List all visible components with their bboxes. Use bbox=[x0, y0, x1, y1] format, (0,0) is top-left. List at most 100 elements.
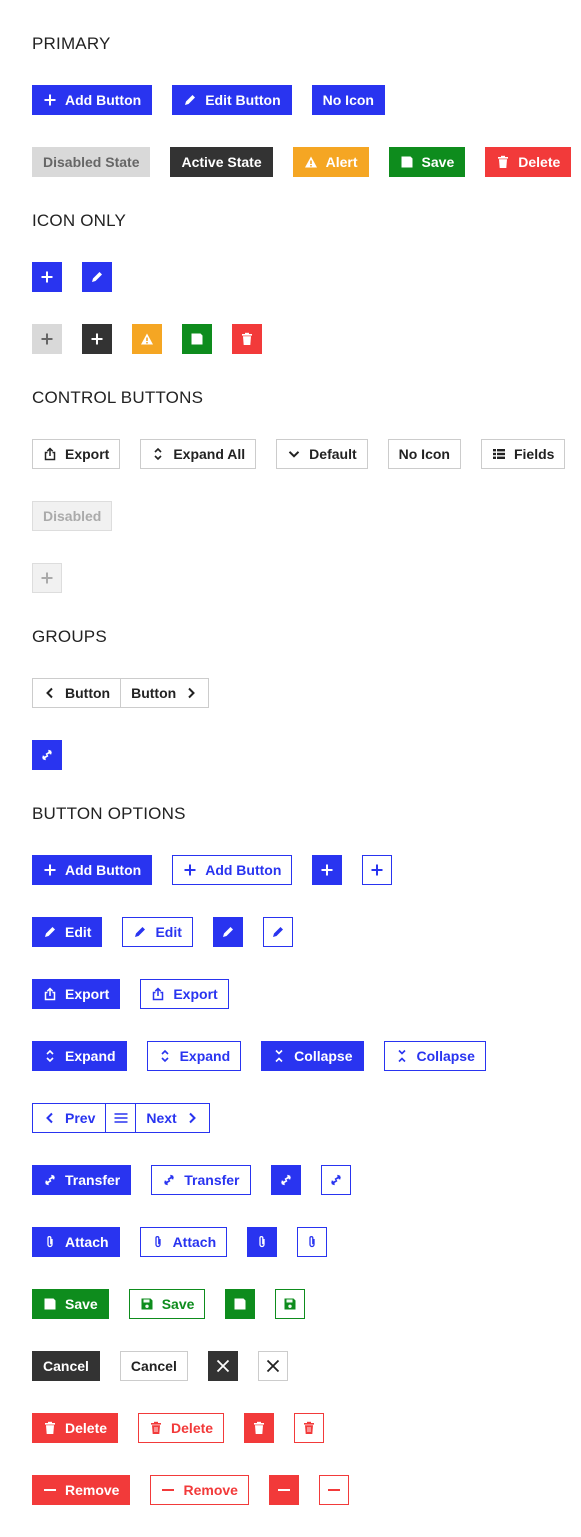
chevron-right-icon bbox=[185, 1111, 199, 1125]
delete-button-solid[interactable]: Delete bbox=[32, 1413, 119, 1443]
collapse-solid-label: Collapse bbox=[294, 1048, 353, 1064]
attach-button-outline[interactable]: Attach bbox=[139, 1227, 228, 1257]
cancel-solid-label: Cancel bbox=[43, 1358, 89, 1374]
no-icon-control-button[interactable]: No Icon bbox=[387, 439, 461, 469]
add-icon-solid-button[interactable] bbox=[312, 855, 343, 885]
remove-icon-solid-button[interactable] bbox=[268, 1475, 299, 1505]
collapse-button-outline[interactable]: Collapse bbox=[383, 1041, 486, 1071]
next-button[interactable]: Next bbox=[136, 1103, 210, 1133]
active-state-button[interactable]: Active State bbox=[170, 147, 273, 177]
save-outline-label: Save bbox=[161, 1296, 195, 1312]
group-prev-label: Button bbox=[65, 685, 111, 701]
expand-button-outline[interactable]: Expand bbox=[146, 1041, 242, 1071]
active-icon-button[interactable] bbox=[82, 324, 112, 354]
edit-icon-button[interactable] bbox=[82, 262, 112, 292]
transfer-icon-outline-button[interactable] bbox=[320, 1165, 351, 1195]
expand-button-solid[interactable]: Expand bbox=[32, 1041, 127, 1071]
chevron-left-icon bbox=[43, 1111, 57, 1125]
control-row-1: Export Expand All Default No Icon Fields bbox=[32, 439, 566, 469]
export-outline-label: Export bbox=[173, 986, 218, 1002]
expand-all-button[interactable]: Expand All bbox=[140, 439, 257, 469]
cancel-button-outline[interactable]: Cancel bbox=[119, 1351, 188, 1381]
transfer-icon-solid-button[interactable] bbox=[270, 1165, 301, 1195]
attach-icon-solid-button[interactable] bbox=[247, 1227, 278, 1257]
close-icon-solid-button[interactable] bbox=[207, 1351, 238, 1381]
delete-button[interactable]: Delete bbox=[485, 147, 572, 177]
edit-icon-outline-button[interactable] bbox=[262, 917, 293, 947]
options-row-pager: Prev Next bbox=[32, 1103, 210, 1133]
edit-button[interactable]: Edit Button bbox=[172, 85, 292, 115]
add-button-outline[interactable]: Add Button bbox=[172, 855, 293, 885]
add-button-solid[interactable]: Add Button bbox=[32, 855, 153, 885]
section-heading-control-buttons: CONTROL BUTTONS bbox=[32, 388, 204, 407]
options-row-attach: Attach Attach bbox=[32, 1227, 347, 1257]
attach-button-solid[interactable]: Attach bbox=[32, 1227, 120, 1257]
add-icon-button[interactable] bbox=[32, 262, 62, 292]
cancel-button-solid[interactable]: Cancel bbox=[32, 1351, 100, 1381]
floppy-icon bbox=[233, 1297, 247, 1311]
default-dropdown-button[interactable]: Default bbox=[276, 439, 368, 469]
pencil-icon bbox=[221, 925, 235, 939]
delete-icon-solid-button[interactable] bbox=[244, 1413, 275, 1443]
delete-icon-button[interactable] bbox=[232, 324, 262, 354]
attach-solid-label: Attach bbox=[65, 1234, 109, 1250]
floppy-icon bbox=[140, 1297, 154, 1311]
plus-icon bbox=[40, 571, 54, 585]
trash-icon bbox=[240, 332, 254, 346]
transfer-icon bbox=[40, 748, 54, 762]
expand-solid-label: Expand bbox=[65, 1048, 116, 1064]
trash-icon bbox=[252, 1421, 266, 1435]
alert-button[interactable]: Alert bbox=[292, 147, 369, 177]
save-button-outline[interactable]: Save bbox=[128, 1289, 206, 1319]
delete-button-outline[interactable]: Delete bbox=[138, 1413, 225, 1443]
save-button[interactable]: Save bbox=[388, 147, 466, 177]
remove-button-solid[interactable]: Remove bbox=[32, 1475, 131, 1505]
cancel-outline-label: Cancel bbox=[130, 1358, 177, 1374]
transfer-outline-label: Transfer bbox=[184, 1172, 240, 1188]
menu-button[interactable] bbox=[106, 1103, 137, 1133]
export-control-button[interactable]: Export bbox=[32, 439, 121, 469]
minus-icon bbox=[277, 1483, 291, 1497]
add-button[interactable]: Add Button bbox=[32, 85, 153, 115]
alert-icon-button[interactable] bbox=[132, 324, 162, 354]
alert-button-label: Alert bbox=[325, 154, 358, 170]
edit-button-outline[interactable]: Edit bbox=[122, 917, 193, 947]
transfer-icon bbox=[43, 1173, 57, 1187]
transfer-button-outline[interactable]: Transfer bbox=[151, 1165, 251, 1195]
transfer-icon bbox=[329, 1173, 343, 1187]
groups-row-1: Button Button bbox=[32, 678, 210, 708]
no-icon-button[interactable]: No Icon bbox=[311, 85, 385, 115]
primary-row-2: Disabled State Active State Alert Save D… bbox=[32, 147, 572, 177]
save-icon-solid-button[interactable] bbox=[225, 1289, 256, 1319]
save-icon-outline-button[interactable] bbox=[275, 1289, 306, 1319]
remove-button-outline[interactable]: Remove bbox=[150, 1475, 249, 1505]
prev-button[interactable]: Prev bbox=[32, 1103, 107, 1133]
edit-outline-label: Edit bbox=[155, 924, 182, 940]
transfer-icon-button[interactable] bbox=[32, 740, 62, 770]
edit-button-solid[interactable]: Edit bbox=[32, 917, 103, 947]
add-icon-outline-button[interactable] bbox=[362, 855, 393, 885]
minus-icon bbox=[327, 1483, 341, 1497]
add-button-label: Add Button bbox=[65, 92, 142, 108]
remove-icon-outline-button[interactable] bbox=[318, 1475, 349, 1505]
fields-button[interactable]: Fields bbox=[480, 439, 566, 469]
attach-icon-outline-button[interactable] bbox=[297, 1227, 328, 1257]
close-icon-outline-button[interactable] bbox=[257, 1351, 288, 1381]
transfer-icon bbox=[279, 1173, 293, 1187]
save-icon-button[interactable] bbox=[182, 324, 212, 354]
save-button-solid[interactable]: Save bbox=[32, 1289, 109, 1319]
edit-icon-solid-button[interactable] bbox=[212, 917, 243, 947]
export-button-outline[interactable]: Export bbox=[140, 979, 229, 1009]
group-next-button[interactable]: Button bbox=[121, 678, 210, 708]
expand-icon bbox=[43, 1049, 57, 1063]
group-prev-button[interactable]: Button bbox=[32, 678, 122, 708]
minus-icon bbox=[43, 1483, 57, 1497]
expand-icon bbox=[158, 1049, 172, 1063]
transfer-button-solid[interactable]: Transfer bbox=[32, 1165, 132, 1195]
export-button-solid[interactable]: Export bbox=[32, 979, 121, 1009]
collapse-button-solid[interactable]: Collapse bbox=[261, 1041, 364, 1071]
delete-icon-outline-button[interactable] bbox=[294, 1413, 325, 1443]
collapse-outline-label: Collapse bbox=[416, 1048, 475, 1064]
paperclip-icon bbox=[305, 1235, 319, 1249]
pager-group: Prev Next bbox=[32, 1103, 210, 1133]
